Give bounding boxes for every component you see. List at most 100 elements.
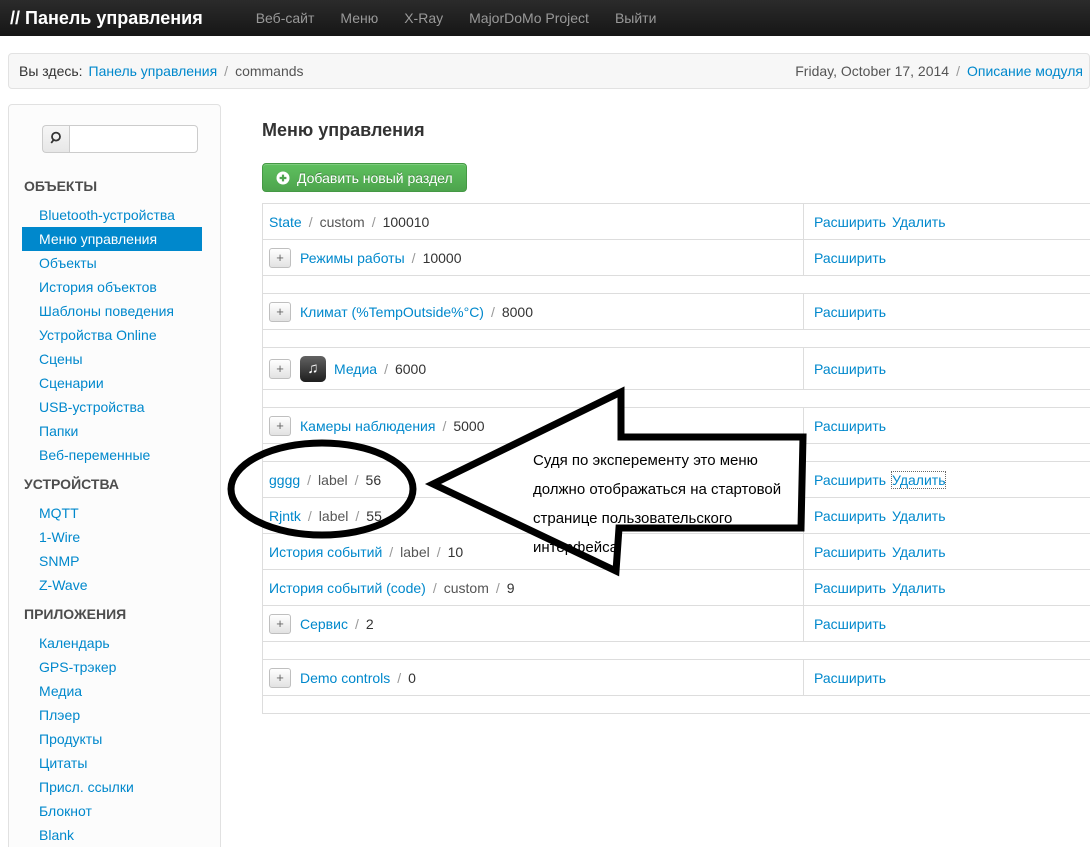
sidebar-item[interactable]: Присл. ссылки [22,775,202,799]
row-main-cell: + Климат (%TempOutside%°C) / 8000 [263,294,804,329]
row-order: 9 [506,579,515,596]
action-expand-link[interactable]: Расширить [814,214,886,230]
row-name-link[interactable]: Сервис [300,616,348,632]
navbar-item[interactable]: MajorDoMo Project [456,0,602,36]
row-actions-cell: Расширить [804,294,1090,329]
separator: / [432,579,437,596]
add-section-button[interactable]: Добавить новый раздел [262,163,467,192]
row-name-link[interactable]: gggg [269,472,300,488]
row-order: 56 [365,471,382,488]
sidebar-item[interactable]: 1-Wire [22,525,202,549]
row-name-link[interactable]: История событий (code) [269,580,426,596]
sidebar-item[interactable]: Папки [22,419,202,443]
separator: / [354,471,359,488]
navbar-menu: Веб-сайт Меню X-Ray MajorDoMo Project Выйти [243,0,670,36]
sidebar-item[interactable]: Bluetooth-устройства [22,203,202,227]
row-actions-cell: Расширить [804,240,1090,275]
separator: / [384,360,388,377]
breadcrumb-link-control-panel[interactable]: Панель управления [89,63,218,79]
action-expand-link[interactable]: Расширить [814,361,886,377]
sidebar-item[interactable]: Цитаты [22,751,202,775]
separator: / [308,213,313,230]
sidebar-item[interactable]: Меню управления [22,227,202,251]
table-row: State / custom / 100010 Расширить Удалить [263,204,1090,240]
sidebar-item[interactable]: Медиа [22,679,202,703]
expand-button[interactable]: + [269,613,291,634]
row-name-link[interactable]: State [269,214,302,230]
sidebar-item[interactable]: Устройства Online [22,323,202,347]
row-main-cell: + Сервис / 2 [263,606,804,641]
navbar-item[interactable]: Выйти [602,0,669,36]
expand-button[interactable]: + [269,667,291,688]
sidebar-item[interactable]: Z-Wave [22,573,202,597]
separator: / [436,543,441,560]
action-expand-link[interactable]: Расширить [814,670,886,686]
breadcrumb-separator: / [224,63,229,79]
sidebar-item[interactable]: MQTT [22,501,202,525]
row-actions-cell: Расширить Удалить [804,204,1090,239]
separator: / [397,669,402,686]
row-actions-cell: Расширить Удалить [804,498,1090,533]
action-expand-link[interactable]: Расширить [814,304,886,320]
row-name-link[interactable]: Режимы работы [300,250,405,266]
sidebar-item[interactable]: Продукты [22,727,202,751]
navbar-item[interactable]: Меню [327,0,391,36]
action-expand-link[interactable]: Расширить [814,616,886,632]
row-name-link[interactable]: Медиа [334,361,377,377]
row-order: 10000 [422,249,462,266]
table-row: + Demo controls / 0 Расширить [263,660,1090,696]
sidebar-item[interactable]: Сцены [22,347,202,371]
action-delete-link[interactable]: Удалить [892,508,945,524]
action-delete-link[interactable]: Удалить [891,470,947,489]
action-expand-link[interactable]: Расширить [814,250,886,266]
action-delete-link[interactable]: Удалить [892,580,945,596]
sidebar-item[interactable]: Шаблоны поведения [22,299,202,323]
action-expand-link[interactable]: Расширить [814,544,886,560]
row-type: label [318,471,348,488]
search-input[interactable] [69,125,198,153]
sidebar-item[interactable]: Сценарии [22,371,202,395]
row-name-link[interactable]: Demo controls [300,670,390,686]
action-expand-link[interactable]: Расширить [814,418,886,434]
sidebar-item[interactable]: SNMP [22,549,202,573]
navbar-item[interactable]: X-Ray [391,0,456,36]
row-actions-cell: Расширить [804,660,1090,695]
top-navbar: // Панель управления Веб-сайт Меню X-Ray Ma… [0,0,1090,36]
sidebar-item[interactable]: Blank [22,823,202,847]
breadcrumb-right: Friday, October 17, 2014 / Описание моду… [795,63,1089,79]
sidebar-item[interactable]: История объектов [22,275,202,299]
action-expand-link[interactable]: Расширить [814,508,886,524]
row-type: custom [319,213,365,230]
sidebar-nav: ОБЪЕКТЫ Bluetooth-устройства Меню управлен… [9,174,220,847]
row-name-link[interactable]: Камеры наблюдения [300,418,435,434]
expand-button[interactable]: + [269,415,291,436]
sidebar-item[interactable]: Плэер [22,703,202,727]
expand-button[interactable]: + [269,247,291,268]
sidebar-item[interactable]: Календарь [22,631,202,655]
expand-button[interactable]: + [269,358,291,379]
sidebar: ОБЪЕКТЫ Bluetooth-устройства Меню управлен… [8,104,221,847]
row-name-link[interactable]: Климат (%TempOutside%°C) [300,304,484,320]
table-row: История событий / label / 10 Расширить Удалить [263,534,1090,570]
page-title: Меню управления [262,120,425,140]
sidebar-item[interactable]: Блокнот [22,799,202,823]
action-delete-link[interactable]: Удалить [892,214,945,230]
navbar-item[interactable]: Веб-сайт [243,0,328,36]
row-main-cell: gggg / label / 56 [263,462,804,497]
separator: / [307,507,312,524]
table-spacer-row [263,696,1090,714]
module-description-link[interactable]: Описание модуля [967,63,1083,79]
sidebar-item[interactable]: GPS-трэкер [22,655,202,679]
action-delete-link[interactable]: Удалить [892,544,945,560]
sidebar-item[interactable]: USB-устройства [22,395,202,419]
row-main-cell: + Камеры наблюдения / 5000 [263,408,804,443]
row-name-link[interactable]: Rjntk [269,508,301,524]
brand-link[interactable]: // Панель управления [10,8,203,29]
action-expand-link[interactable]: Расширить [814,472,886,488]
row-name-link[interactable]: История событий [269,544,382,560]
sidebar-item[interactable]: Объекты [22,251,202,275]
expand-button[interactable]: + [269,301,291,322]
search-button[interactable] [42,125,69,153]
sidebar-item[interactable]: Веб-переменные [22,443,202,467]
action-expand-link[interactable]: Расширить [814,580,886,596]
